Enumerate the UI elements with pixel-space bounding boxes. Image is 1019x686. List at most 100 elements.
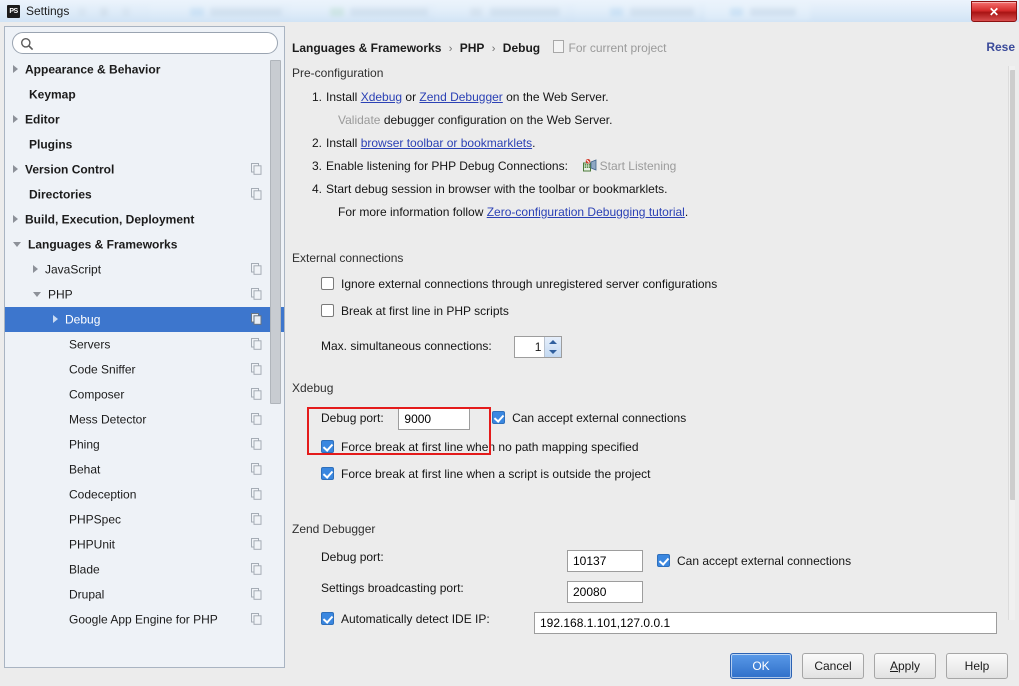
sidebar-item-debug[interactable]: Debug	[5, 307, 284, 332]
stepper-buttons[interactable]	[544, 337, 562, 357]
expand-arrow-icon[interactable]	[13, 165, 18, 174]
copy-settings-icon[interactable]	[251, 563, 262, 575]
breadcrumb-part-2[interactable]: Debug	[503, 41, 540, 55]
step-4-number: 4.	[312, 182, 323, 196]
xdebug-can-accept-checkbox[interactable]	[492, 411, 506, 425]
sidebar-item-editor[interactable]: Editor	[5, 107, 284, 132]
breadcrumb-part-1[interactable]: PHP	[460, 41, 485, 55]
search-box[interactable]	[12, 32, 278, 55]
start-listening-label[interactable]: Start Listening	[600, 159, 677, 173]
sidebar-item-phpspec[interactable]: PHPSpec	[5, 507, 284, 532]
sidebar-item-php[interactable]: PHP	[5, 282, 284, 307]
sidebar-item-blade[interactable]: Blade	[5, 557, 284, 582]
zend-debug-port-input[interactable]	[567, 550, 643, 572]
close-icon[interactable]: ✕	[971, 1, 1017, 22]
preconfiguration-title: Pre-configuration	[292, 66, 390, 80]
sidebar-item-google-app-engine-for-php[interactable]: Google App Engine for PHP	[5, 607, 284, 632]
external-connections-group: External connections Ignore external con…	[292, 251, 1007, 363]
sidebar-item-phpunit[interactable]: PHPUnit	[5, 532, 284, 557]
sidebar-item-phing[interactable]: Phing	[5, 432, 284, 457]
force-break-nomap-row[interactable]: Force break at first line when no path m…	[321, 440, 1007, 467]
zend-autodetect-checkbox[interactable]	[321, 612, 334, 625]
browser-toolbar-link[interactable]: browser toolbar or bookmarklets	[361, 136, 532, 150]
xdebug-link[interactable]: Xdebug	[361, 90, 402, 104]
zend-broadcast-row: Settings broadcasting port:	[321, 581, 1007, 612]
copy-settings-icon[interactable]	[251, 388, 262, 400]
copy-settings-icon[interactable]	[251, 313, 262, 325]
ok-button[interactable]: OK	[730, 653, 792, 679]
copy-settings-icon[interactable]	[251, 263, 262, 275]
sidebar-item-label: Appearance & Behavior	[25, 62, 161, 77]
sidebar-item-servers[interactable]: Servers	[5, 332, 284, 357]
ignore-external-row[interactable]: Ignore external connections through unre…	[321, 277, 1007, 304]
xdebug-title: Xdebug	[292, 381, 340, 395]
expand-arrow-icon[interactable]	[13, 65, 18, 74]
help-button[interactable]: Help	[946, 653, 1008, 679]
copy-settings-icon[interactable]	[251, 163, 262, 175]
sidebar-scrollbar-thumb[interactable]	[270, 60, 281, 404]
breadcrumb-part-0[interactable]: Languages & Frameworks	[292, 41, 441, 55]
expand-arrow-icon[interactable]	[13, 215, 18, 224]
copy-settings-icon[interactable]	[251, 513, 262, 525]
expand-arrow-icon[interactable]	[33, 265, 38, 274]
copy-settings-icon[interactable]	[251, 438, 262, 450]
break-first-line-row[interactable]: Break at first line in PHP scripts	[321, 304, 1007, 331]
xdebug-debug-port-input[interactable]	[398, 408, 471, 430]
zend-can-accept-checkbox[interactable]	[657, 554, 670, 567]
sidebar-item-composer[interactable]: Composer	[5, 382, 284, 407]
zend-can-accept-group[interactable]: Can accept external connections	[657, 550, 851, 572]
copy-settings-icon[interactable]	[251, 488, 262, 500]
sidebar-item-plugins[interactable]: Plugins	[5, 132, 284, 157]
sidebar-item-label: Languages & Frameworks	[28, 237, 178, 252]
zend-debugger-link[interactable]: Zend Debugger	[419, 90, 502, 104]
sidebar-item-code-sniffer[interactable]: Code Sniffer	[5, 357, 284, 382]
sidebar-item-appearance-behavior[interactable]: Appearance & Behavior	[5, 57, 284, 82]
main-scrollbar-thumb[interactable]	[1010, 70, 1015, 500]
zero-config-tutorial-link[interactable]: Zero-configuration Debugging tutorial	[487, 205, 685, 219]
step-2-number: 2.	[312, 136, 323, 150]
zend-ide-ip-input[interactable]	[534, 612, 997, 634]
sidebar-item-version-control[interactable]: Version Control	[5, 157, 284, 182]
copy-settings-icon[interactable]	[251, 538, 262, 550]
break-first-line-checkbox[interactable]	[321, 304, 334, 317]
stepper-up-icon[interactable]	[549, 340, 558, 344]
copy-settings-icon[interactable]	[251, 363, 262, 375]
step-1: 1. Install Xdebug or Zend Debugger on the…	[312, 90, 1007, 113]
sidebar-item-directories[interactable]: Directories	[5, 182, 284, 207]
zend-broadcast-port-input[interactable]	[567, 581, 643, 603]
copy-settings-icon[interactable]	[251, 463, 262, 475]
copy-settings-icon[interactable]	[251, 288, 262, 300]
max-connections-value[interactable]: 1	[515, 337, 544, 357]
apply-button[interactable]: Apply	[874, 653, 936, 679]
force-break-outside-row[interactable]: Force break at first line when a script …	[321, 467, 1007, 494]
copy-settings-icon[interactable]	[251, 188, 262, 200]
step-1-number: 1.	[312, 90, 323, 104]
sidebar-item-mess-detector[interactable]: Mess Detector	[5, 407, 284, 432]
cancel-button[interactable]: Cancel	[802, 653, 864, 679]
sidebar-item-label: Editor	[25, 112, 60, 127]
sidebar-item-javascript[interactable]: JavaScript	[5, 257, 284, 282]
stepper-down-icon[interactable]	[549, 350, 558, 354]
sidebar-item-build-execution-deployment[interactable]: Build, Execution, Deployment	[5, 207, 284, 232]
validate-link[interactable]: Validate	[338, 113, 380, 127]
collapse-arrow-icon[interactable]	[33, 291, 41, 297]
sidebar-item-behat[interactable]: Behat	[5, 457, 284, 482]
expand-arrow-icon[interactable]	[53, 315, 58, 324]
reset-link[interactable]: Reset	[986, 40, 1015, 54]
search-input[interactable]	[37, 33, 269, 55]
copy-settings-icon[interactable]	[251, 338, 262, 350]
sidebar-item-codeception[interactable]: Codeception	[5, 482, 284, 507]
expand-arrow-icon[interactable]	[13, 115, 18, 124]
sidebar-item-drupal[interactable]: Drupal	[5, 582, 284, 607]
xdebug-can-accept-label: Can accept external connections	[512, 411, 687, 426]
copy-settings-icon[interactable]	[251, 413, 262, 425]
copy-settings-icon[interactable]	[251, 588, 262, 600]
sidebar-item-languages-frameworks[interactable]: Languages & Frameworks	[5, 232, 284, 257]
copy-settings-icon[interactable]	[251, 613, 262, 625]
force-break-nomap-checkbox[interactable]	[321, 440, 334, 453]
max-connections-stepper[interactable]: 1	[514, 336, 563, 358]
ignore-external-checkbox[interactable]	[321, 277, 334, 290]
collapse-arrow-icon[interactable]	[13, 241, 21, 247]
sidebar-item-keymap[interactable]: Keymap	[5, 82, 284, 107]
force-break-outside-checkbox[interactable]	[321, 467, 334, 480]
